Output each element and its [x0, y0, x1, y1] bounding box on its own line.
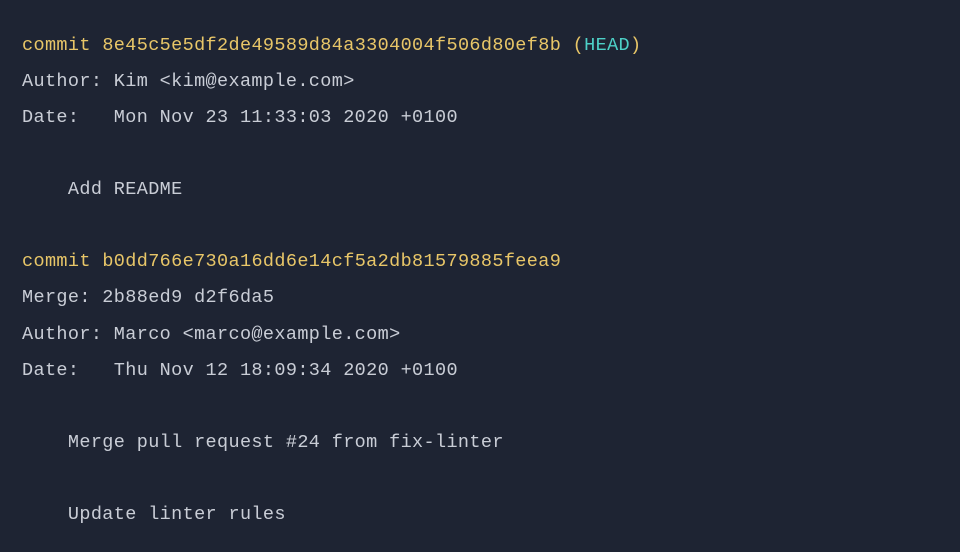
commit-label: commit [22, 251, 102, 272]
merge-line: Merge: 2b88ed9 d2f6da5 [22, 280, 938, 316]
blank-line [22, 136, 938, 172]
blank-line [22, 208, 938, 244]
commit-message-line: Merge pull request #24 from fix-linter [22, 425, 938, 461]
commit-message-line: Update linter rules [22, 497, 938, 533]
blank-line [22, 389, 938, 425]
ref-paren-close: ) [630, 35, 641, 56]
commit-message-line: Add README [22, 172, 938, 208]
blank-line [22, 461, 938, 497]
commit-label: commit [22, 35, 102, 56]
commit-hash: b0dd766e730a16dd6e14cf5a2db81579885feea9 [102, 251, 561, 272]
commit-hash: 8e45c5e5df2de49589d84a3304004f506d80ef8b [102, 35, 561, 56]
ref-paren-open: ( [561, 35, 584, 56]
date-line: Date: Thu Nov 12 18:09:34 2020 +0100 [22, 353, 938, 389]
author-line: Author: Kim <kim@example.com> [22, 64, 938, 100]
date-line: Date: Mon Nov 23 11:33:03 2020 +0100 [22, 100, 938, 136]
ref-head: HEAD [584, 35, 630, 56]
author-line: Author: Marco <marco@example.com> [22, 317, 938, 353]
git-log-output: commit 8e45c5e5df2de49589d84a3304004f506… [22, 28, 938, 533]
commit-line: commit b0dd766e730a16dd6e14cf5a2db815798… [22, 244, 938, 280]
commit-line: commit 8e45c5e5df2de49589d84a3304004f506… [22, 28, 938, 64]
